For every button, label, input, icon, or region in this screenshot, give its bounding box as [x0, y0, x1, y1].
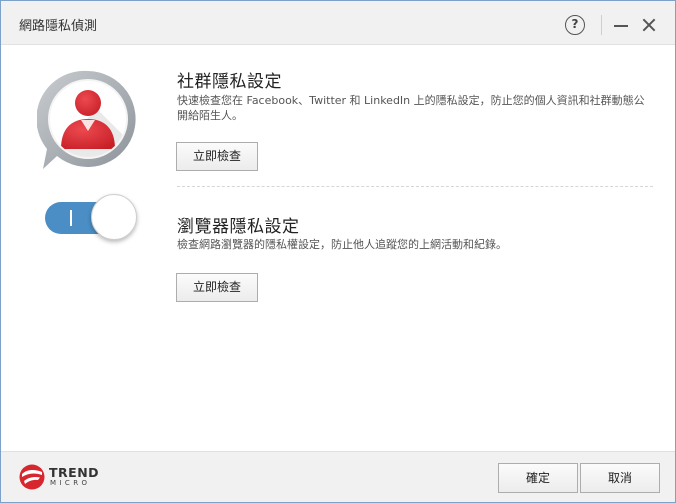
- social-section-description: 快速檢查您在 Facebook、Twitter 和 LinkedIn 上的隱私設…: [177, 94, 645, 122]
- footer-bar: TREND MICRO 確定 取消: [1, 451, 675, 502]
- social-section-title: 社群隱私設定: [177, 72, 282, 92]
- social-privacy-icon: [37, 70, 136, 169]
- ok-button[interactable]: 確定: [498, 463, 578, 493]
- trend-micro-logo: TREND MICRO: [19, 464, 109, 492]
- browser-check-button[interactable]: 立即檢查: [176, 273, 258, 302]
- cancel-button[interactable]: 取消: [580, 463, 660, 493]
- help-button[interactable]: ?: [565, 15, 585, 35]
- browser-toggle-icon[interactable]: [45, 193, 141, 245]
- minimize-icon[interactable]: [611, 15, 631, 35]
- titlebar-separator: [601, 15, 602, 35]
- logo-subtitle: MICRO: [50, 479, 91, 487]
- browser-section-description: 檢查網路瀏覽器的隱私權設定，防止他人追蹤您的上網活動和紀錄。: [177, 238, 507, 251]
- toggle-knob: [91, 194, 137, 240]
- logo-wordmark: TREND: [49, 465, 100, 480]
- section-divider: [177, 186, 653, 187]
- close-icon[interactable]: [639, 15, 659, 35]
- social-check-button[interactable]: 立即檢查: [176, 142, 258, 171]
- trend-micro-logo-mark: [19, 464, 45, 490]
- main-window: 網路隱私偵測 ? 社群隱私設定 快速檢查您在 Facebook、Twitter …: [0, 0, 676, 503]
- title-bar: 網路隱私偵測 ?: [1, 1, 675, 45]
- window-title: 網路隱私偵測: [19, 19, 98, 34]
- toggle-on-mark: [70, 210, 72, 226]
- browser-section-title: 瀏覽器隱私設定: [177, 217, 300, 237]
- help-icon: ?: [571, 17, 579, 31]
